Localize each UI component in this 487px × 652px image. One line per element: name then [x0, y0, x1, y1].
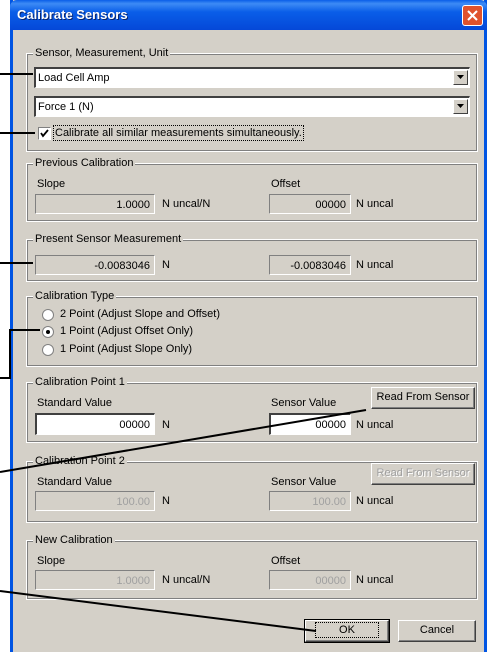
- present-measurement-unit: N: [162, 259, 170, 271]
- radio-one-point-slope-label[interactable]: 1 Point (Adjust Slope Only): [60, 343, 192, 355]
- new-slope-label: Slope: [37, 555, 66, 567]
- previous-offset-value: 00000: [269, 194, 351, 214]
- new-slope-unit: N uncal/N: [162, 574, 211, 586]
- point1-standard-label: Standard Value: [37, 397, 113, 409]
- chevron-down-icon: [457, 104, 464, 108]
- chevron-down-icon: [457, 75, 464, 79]
- previous-offset-unit: N uncal: [356, 198, 394, 210]
- group-label: Previous Calibration: [33, 157, 136, 170]
- measurement-dropdown-button[interactable]: [453, 99, 468, 114]
- present-uncal-value: -0.0083046: [269, 255, 351, 275]
- radio-two-point-label[interactable]: 2 Point (Adjust Slope and Offset): [60, 308, 220, 320]
- previous-offset-label: Offset: [271, 178, 301, 190]
- measurement-select-value: Force 1 (N): [38, 101, 94, 113]
- radio-two-point[interactable]: [42, 309, 54, 321]
- title-bar[interactable]: Calibrate Sensors: [10, 0, 487, 30]
- point1-sensor-input[interactable]: 00000: [269, 413, 351, 435]
- group-label: Calibration Type: [33, 290, 117, 303]
- point2-sensor-label: Sensor Value: [271, 476, 337, 488]
- sensor-dropdown-button[interactable]: [453, 70, 468, 85]
- sensor-select[interactable]: Load Cell Amp: [34, 67, 470, 88]
- ok-button-label: OK: [315, 622, 379, 638]
- sensor-select-value: Load Cell Amp: [38, 72, 110, 84]
- cancel-button[interactable]: Cancel: [398, 620, 476, 642]
- radio-one-point-slope[interactable]: [42, 344, 54, 356]
- window-title: Calibrate Sensors: [17, 7, 128, 22]
- point1-sensor-label: Sensor Value: [271, 397, 337, 409]
- present-uncal-unit: N uncal: [356, 259, 394, 271]
- previous-slope-label: Slope: [37, 178, 66, 190]
- radio-one-point-offset-label[interactable]: 1 Point (Adjust Offset Only): [60, 325, 193, 337]
- close-icon: [467, 10, 478, 21]
- present-measurement-value: -0.0083046: [35, 255, 155, 275]
- point1-sensor-unit: N uncal: [356, 419, 394, 431]
- new-slope-value: 1.0000: [35, 570, 155, 590]
- close-button[interactable]: [462, 5, 483, 26]
- point2-standard-label: Standard Value: [37, 476, 113, 488]
- previous-slope-value: 1.0000: [35, 194, 155, 214]
- point2-sensor-unit: N uncal: [356, 495, 394, 507]
- new-offset-value: 00000: [269, 570, 351, 590]
- point1-read-from-sensor-button[interactable]: Read From Sensor: [371, 387, 475, 409]
- point2-standard-input[interactable]: 100.00: [35, 491, 155, 511]
- group-label: New Calibration: [33, 534, 115, 547]
- group-label: Sensor, Measurement, Unit: [33, 47, 171, 60]
- radio-selected-dot: [46, 330, 50, 334]
- point2-read-from-sensor-button[interactable]: Read From Sensor: [371, 463, 475, 485]
- point1-standard-unit: N: [162, 419, 170, 431]
- checkmark-icon: [40, 129, 49, 138]
- group-label: Calibration Point 1: [33, 376, 127, 389]
- measurement-select[interactable]: Force 1 (N): [34, 96, 470, 117]
- new-offset-label: Offset: [271, 555, 301, 567]
- calibrate-all-label[interactable]: Calibrate all similar measurements simul…: [53, 125, 304, 141]
- calibrate-all-checkbox[interactable]: [38, 127, 51, 140]
- point1-standard-input[interactable]: 00000: [35, 413, 155, 435]
- ok-button[interactable]: OK: [304, 619, 390, 643]
- group-label: Calibration Point 2: [33, 455, 127, 468]
- radio-one-point-offset[interactable]: [42, 326, 54, 338]
- previous-slope-unit: N uncal/N: [162, 198, 211, 210]
- group-label: Present Sensor Measurement: [33, 233, 184, 246]
- point2-standard-unit: N: [162, 495, 170, 507]
- new-offset-unit: N uncal: [356, 574, 394, 586]
- point2-sensor-input[interactable]: 100.00: [269, 491, 351, 511]
